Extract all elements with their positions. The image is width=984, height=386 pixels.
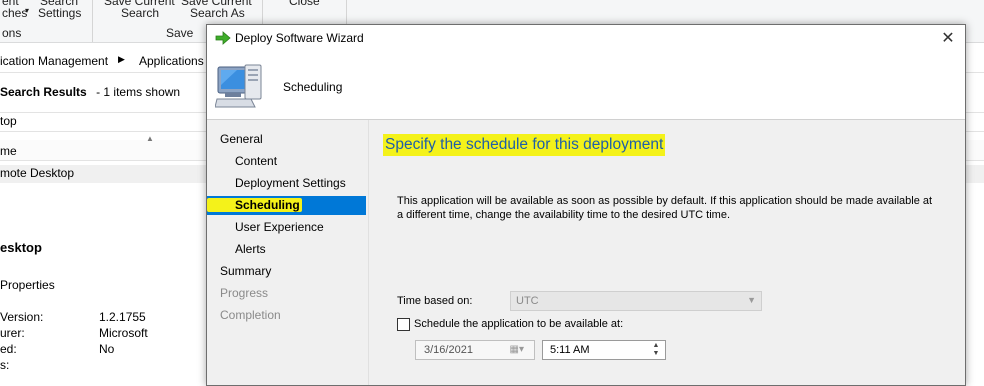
time-spinner-icon[interactable]: ▲ ▼ xyxy=(651,342,661,358)
breadcrumb-item[interactable]: Applications xyxy=(139,54,204,68)
deploy-software-wizard: Deploy Software Wizard ✕ Scheduling Gene… xyxy=(206,24,966,386)
breadcrumb-item[interactable]: ication Management xyxy=(0,54,108,68)
wizard-nav: General Content Deployment Settings Sche… xyxy=(207,120,369,385)
wizard-titlebar[interactable]: Deploy Software Wizard ✕ xyxy=(207,25,965,53)
nav-item-general[interactable]: General xyxy=(220,130,263,149)
property-value: Microsoft xyxy=(99,326,148,340)
time-based-label: Time based on: xyxy=(397,295,473,307)
property-label: urer: xyxy=(0,326,25,340)
schedule-checkbox-label[interactable]: Schedule the application to be available… xyxy=(414,318,623,330)
ribbon-group-save: Save xyxy=(166,26,194,40)
save-current-search-button[interactable]: Search xyxy=(121,6,159,20)
details-tab-properties[interactable]: Properties xyxy=(0,278,55,292)
wizard-page-header: Scheduling xyxy=(207,53,965,120)
chevron-down-icon: ▼ xyxy=(747,295,756,305)
deploy-arrow-icon xyxy=(215,31,231,45)
search-input-text: top xyxy=(0,114,17,128)
column-header-label: me xyxy=(0,144,17,158)
time-picker[interactable]: 5:11 AM ▲ ▼ xyxy=(542,340,666,360)
schedule-checkbox[interactable] xyxy=(397,318,410,331)
search-results-header: Search Results - 1 items shown xyxy=(0,85,180,99)
recent-searches-button[interactable]: ches xyxy=(2,6,27,20)
nav-item-scheduling[interactable]: Scheduling xyxy=(207,196,366,215)
details-title: esktop xyxy=(0,240,42,255)
ribbon-divider xyxy=(92,0,93,42)
recent-searches-dropdown-icon[interactable]: ▾ xyxy=(25,6,29,15)
property-value: 1.2.1755 xyxy=(99,310,146,324)
property-label: s: xyxy=(0,358,10,372)
computer-icon xyxy=(215,64,262,108)
sort-ascending-icon: ▲ xyxy=(146,134,154,143)
nav-item-alerts[interactable]: Alerts xyxy=(235,240,266,259)
time-based-value: UTC xyxy=(516,295,539,307)
search-results-label: Search Results xyxy=(0,85,87,99)
calendar-icon: ▦▾ xyxy=(509,344,524,355)
search-results-count: - 1 items shown xyxy=(96,85,181,99)
page-title: Scheduling xyxy=(283,80,343,94)
nav-item-scheduling-label: Scheduling xyxy=(207,198,302,212)
nav-item-summary[interactable]: Summary xyxy=(220,262,271,281)
property-value: No xyxy=(99,342,115,356)
row-name: mote Desktop xyxy=(0,166,75,180)
nav-item-deployment-settings[interactable]: Deployment Settings xyxy=(235,174,346,193)
save-search-as-button[interactable]: Search As xyxy=(190,6,245,20)
breadcrumb-arrow-icon[interactable]: ▶ xyxy=(118,54,125,65)
time-based-select: UTC ▼ xyxy=(510,291,762,311)
close-search-button[interactable]: Close xyxy=(289,0,320,8)
search-settings-button[interactable]: Settings xyxy=(38,6,81,20)
nav-item-content[interactable]: Content xyxy=(235,152,277,171)
ribbon-group-options: ons xyxy=(2,26,22,40)
nav-item-user-experience[interactable]: User Experience xyxy=(235,218,324,237)
wizard-title: Deploy Software Wizard xyxy=(235,31,364,45)
nav-item-completion: Completion xyxy=(220,308,281,322)
property-label: Version: xyxy=(0,310,44,324)
property-label: ed: xyxy=(0,342,17,356)
date-picker: 3/16/2021 ▦▾ xyxy=(415,340,535,360)
close-button[interactable]: ✕ xyxy=(935,27,961,51)
time-value: 5:11 AM xyxy=(550,344,590,356)
nav-item-progress: Progress xyxy=(220,286,269,300)
content-heading: Specify the schedule for this deployment xyxy=(383,134,666,156)
date-value: 3/16/2021 xyxy=(424,344,473,356)
content-description: This application will be available as so… xyxy=(397,195,933,221)
